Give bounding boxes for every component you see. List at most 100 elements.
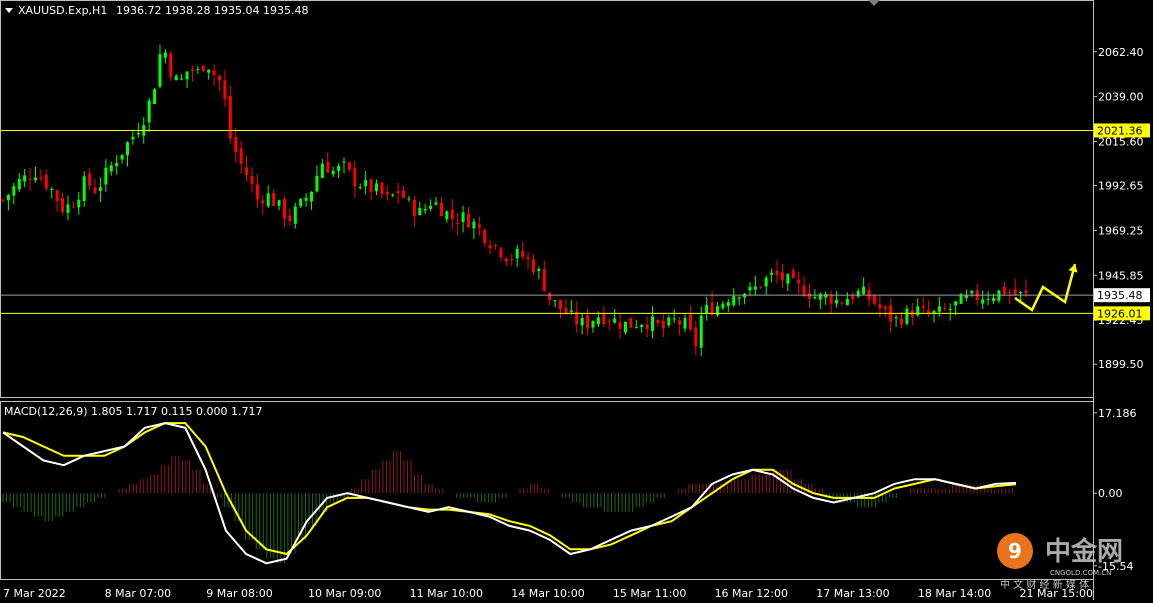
- candle-body: [331, 170, 335, 175]
- candle-body: [234, 136, 238, 153]
- candle-body: [120, 154, 124, 160]
- candle-body: [829, 295, 833, 304]
- candle-body: [537, 268, 541, 272]
- chart-menu-triangle-icon[interactable]: [5, 8, 13, 13]
- candle-body: [250, 175, 254, 184]
- candle-body: [694, 327, 698, 347]
- candle-body: [981, 299, 985, 304]
- candle-body: [125, 142, 129, 156]
- candle-body: [786, 274, 790, 284]
- candle-body: [872, 295, 876, 304]
- candle-body: [212, 70, 216, 76]
- candle-body: [304, 197, 308, 201]
- x-tick-label: 17 Mar 13:00: [816, 587, 889, 600]
- candle-body: [412, 199, 416, 216]
- candle-body: [77, 199, 81, 208]
- candle-body: [429, 205, 433, 209]
- candle-body: [456, 222, 460, 224]
- candle-body: [245, 167, 249, 176]
- candle-body: [943, 308, 947, 310]
- candle-body: [326, 161, 330, 173]
- candle-body: [699, 315, 703, 348]
- candle-body: [439, 202, 443, 217]
- candle-body: [310, 191, 314, 202]
- candle-body: [33, 177, 37, 181]
- chart-root: 2062.402039.002015.601992.651969.251945.…: [0, 0, 1150, 600]
- candle-body: [98, 187, 102, 191]
- candle-body: [851, 295, 855, 300]
- candle-body: [494, 244, 498, 246]
- candle-body: [559, 299, 563, 310]
- candle-body: [948, 308, 952, 310]
- watermark-logo: 9 中金网 CNGOLD.COM.CN 中 文 财 经 新 媒 体: [997, 533, 1123, 591]
- forecast-arrowhead-icon: [1068, 264, 1078, 273]
- macd-y-tick-label: 0.00: [1098, 487, 1123, 500]
- candle-body: [596, 317, 600, 325]
- candle-body: [629, 317, 633, 328]
- candle-body: [640, 324, 644, 328]
- candle-body: [553, 300, 557, 302]
- candle-body: [835, 299, 839, 304]
- candle-body: [656, 320, 660, 323]
- candle-body: [824, 293, 828, 298]
- candle-body: [358, 187, 362, 189]
- candle-body: [472, 221, 476, 229]
- candle-body: [807, 293, 811, 299]
- candle-body: [667, 317, 671, 326]
- candle-body: [174, 75, 178, 81]
- watermark-domain: CNGOLD.COM.CN: [1050, 569, 1111, 577]
- level-tag-label: 2021.36: [1097, 124, 1143, 137]
- candle-body: [418, 207, 422, 216]
- candle-body: [759, 286, 763, 288]
- candle-body: [402, 190, 406, 198]
- watermark-brand: 中金网: [1045, 536, 1123, 567]
- candle-body: [353, 167, 357, 187]
- candle-body: [813, 296, 817, 299]
- candle-body: [569, 310, 573, 312]
- candle-body: [201, 65, 205, 72]
- candle-body: [748, 286, 752, 291]
- candle-body: [347, 162, 351, 170]
- y-tick-label: 2062.40: [1098, 46, 1144, 59]
- candle-body: [299, 198, 303, 207]
- candle-body: [223, 80, 227, 100]
- candle-body: [645, 324, 649, 330]
- candle-body: [586, 315, 590, 329]
- candle-body: [992, 298, 996, 301]
- scroll-marker-icon[interactable]: [868, 0, 880, 6]
- candle-body: [705, 304, 709, 314]
- candle-body: [791, 270, 795, 278]
- x-tick-label: 15 Mar 11:00: [613, 587, 686, 600]
- candle-body: [764, 277, 768, 287]
- candle-body: [878, 304, 882, 309]
- candle-body: [499, 248, 503, 258]
- candle-body: [1008, 292, 1012, 294]
- candle-body: [239, 148, 243, 165]
- x-tick-label: 8 Mar 07:00: [105, 587, 171, 600]
- candle-body: [900, 318, 904, 325]
- candle-body: [218, 75, 222, 81]
- candle-body: [862, 286, 866, 295]
- candle-body: [591, 321, 595, 328]
- candle-body: [374, 183, 378, 192]
- candle-body: [423, 209, 427, 211]
- candle-body: [483, 229, 487, 244]
- candle-body: [488, 245, 492, 249]
- candle-body: [196, 68, 200, 70]
- candle-body: [937, 306, 941, 312]
- candle-body: [66, 204, 70, 213]
- candle-body: [1013, 289, 1017, 295]
- candle-body: [986, 299, 990, 301]
- y-tick-label: 1945.85: [1098, 269, 1144, 282]
- y-tick-label: 1992.65: [1098, 180, 1144, 193]
- candle-body: [282, 198, 286, 219]
- candle-body: [261, 200, 265, 204]
- candle-body: [721, 303, 725, 309]
- candle-body: [661, 320, 665, 329]
- main-pane-frame: [0, 0, 1094, 398]
- candle-body: [391, 194, 395, 196]
- candle-body: [28, 178, 32, 180]
- candle-body: [770, 272, 774, 275]
- candle-body: [158, 54, 162, 87]
- price-pane: 2062.402039.002015.601992.651969.251945.…: [0, 44, 1150, 371]
